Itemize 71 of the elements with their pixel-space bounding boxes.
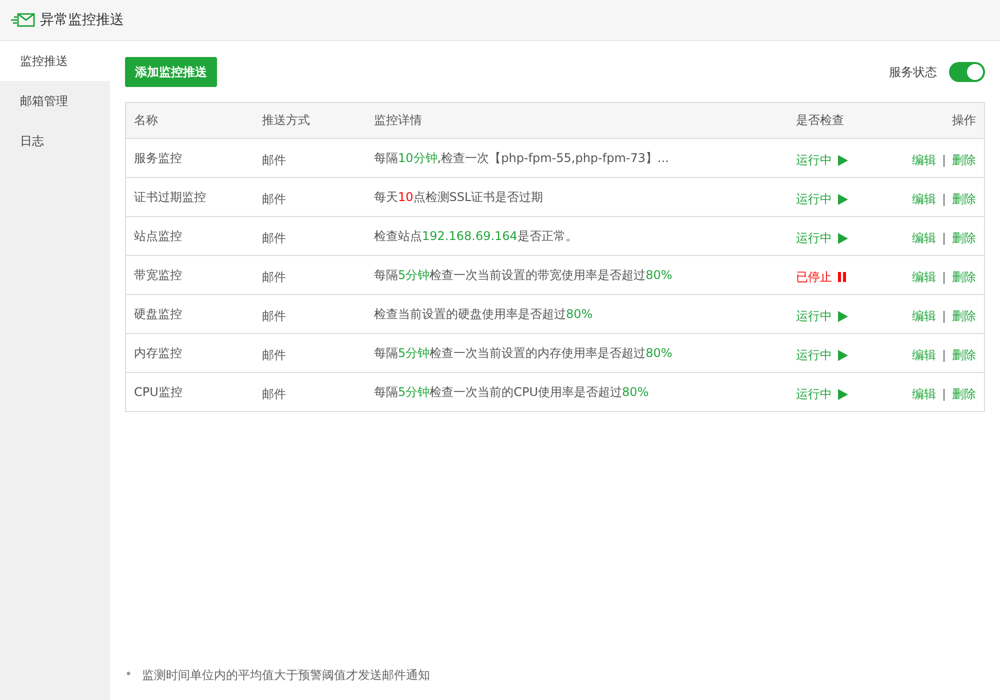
table-cell: 站点监控 xyxy=(134,228,182,242)
table-cell: 邮件 xyxy=(262,308,286,322)
table-cell: 邮件 xyxy=(262,192,286,206)
separator: | xyxy=(942,230,946,244)
action-link[interactable]: 删除 xyxy=(952,308,976,322)
table-cell: 检查当前设置的硬盘使用率是否超过80% xyxy=(374,306,593,320)
table-cell: 邮件 xyxy=(262,270,286,284)
action-link[interactable]: 编辑 xyxy=(912,308,936,322)
action-link[interactable]: 删除 xyxy=(952,152,976,166)
separator: | xyxy=(942,308,946,322)
note-text: 监测时间单位内的平均值大于预警阈值才发送邮件通知 xyxy=(142,667,430,684)
table-cell: 内存监控 xyxy=(134,346,182,360)
action-link[interactable]: 编辑 xyxy=(912,348,936,362)
action-link[interactable]: 编辑 xyxy=(912,270,936,284)
play-icon xyxy=(838,232,848,244)
play-icon xyxy=(838,310,848,322)
status-toggle[interactable]: 运行中 xyxy=(796,386,848,402)
table-cell: 每隔5分钟检查一次当前的CPU使用率是否超过80% xyxy=(374,384,649,398)
pause-icon xyxy=(838,272,846,282)
separator: | xyxy=(942,348,946,362)
status-toggle[interactable]: 运行中 xyxy=(796,152,848,168)
table-cell: 检查站点192.168.69.164是否正常。 xyxy=(374,228,578,242)
table-cell: 每隔5分钟检查一次当前设置的内存使用率是否超过80% xyxy=(374,346,672,360)
status-toggle[interactable]: 运行中 xyxy=(796,346,848,364)
add-monitor-button[interactable]: 添加监控推送 xyxy=(125,57,217,87)
sidebar-item[interactable]: 监控推送 xyxy=(0,41,110,81)
bullet: • xyxy=(125,667,132,683)
status-toggle[interactable]: 运行中 xyxy=(796,230,848,246)
table-cell: 邮件 xyxy=(262,152,286,166)
action-link[interactable]: 删除 xyxy=(952,270,976,284)
table-cell: 每隔10分钟,检查一次【php-fpm-55,php-fpm-73】... xyxy=(374,150,669,164)
table-cell: 邮件 xyxy=(262,230,286,244)
table-cell: 硬盘监控 xyxy=(134,306,182,320)
action-link[interactable]: 删除 xyxy=(952,348,976,362)
action-link[interactable]: 编辑 xyxy=(912,152,936,166)
sidebar-item[interactable]: 邮箱管理 xyxy=(0,81,110,121)
action-link[interactable]: 删除 xyxy=(952,230,976,244)
sidebar-item[interactable]: 日志 xyxy=(0,121,110,161)
table-cell: 服务监控 xyxy=(134,150,182,164)
action-link[interactable]: 编辑 xyxy=(912,386,936,400)
action-link[interactable]: 编辑 xyxy=(912,192,936,206)
play-icon xyxy=(838,154,848,166)
mail-icon xyxy=(10,12,36,28)
table-cell: 邮件 xyxy=(262,348,286,362)
play-icon xyxy=(838,388,848,400)
table-cell: 每隔5分钟检查一次当前设置的带宽使用率是否超过80% xyxy=(374,268,672,282)
table-cell: 邮件 xyxy=(262,386,286,400)
separator: | xyxy=(942,386,946,400)
service-status-toggle[interactable] xyxy=(949,62,985,82)
separator: | xyxy=(942,192,946,206)
separator: | xyxy=(942,152,946,166)
table-cell: 证书过期监控 xyxy=(134,190,206,204)
column-header: 名称 xyxy=(134,113,158,127)
action-link[interactable]: 删除 xyxy=(952,192,976,206)
status-toggle[interactable]: 运行中 xyxy=(796,308,848,324)
status-toggle[interactable]: 已停止 xyxy=(796,268,846,286)
window-title: 异常监控推送 xyxy=(40,11,124,29)
play-icon xyxy=(838,194,848,204)
separator: | xyxy=(942,270,946,284)
service-status-label: 服务状态 xyxy=(889,64,937,80)
status-toggle[interactable]: 运行中 xyxy=(796,190,848,208)
column-header: 是否检查 xyxy=(796,113,844,127)
column-header: 监控详情 xyxy=(374,113,422,127)
table-cell: 带宽监控 xyxy=(134,268,182,282)
play-icon xyxy=(838,350,848,360)
column-header: 操作 xyxy=(952,113,976,127)
table-cell: CPU监控 xyxy=(134,384,182,398)
table-cell: 每天10点检测SSL证书是否过期 xyxy=(374,190,544,204)
action-link[interactable]: 删除 xyxy=(952,386,976,400)
column-header: 推送方式 xyxy=(262,113,310,127)
action-link[interactable]: 编辑 xyxy=(912,230,936,244)
